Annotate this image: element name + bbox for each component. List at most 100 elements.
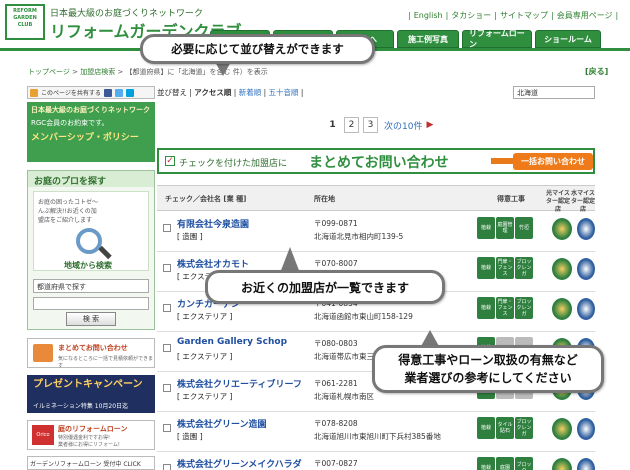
top-link-takasho[interactable]: タカショー [451, 11, 491, 20]
light-meister-emblem-icon [552, 458, 572, 470]
specialty-badge: 植栽 [477, 297, 495, 319]
loan-banner[interactable]: Orico 庭のリフォームローン 特別優遇金利ですお得! 業者様にお得にリフォー… [27, 420, 155, 450]
bulk-inquiry-button[interactable]: 一括お問い合わせ [513, 153, 593, 170]
sort-newest[interactable]: 新着順 [239, 88, 262, 97]
specialty-badge: 植栽 [477, 457, 495, 470]
water-meister-emblem-icon [577, 418, 595, 440]
nav-tab-loan[interactable]: リフォームローン [462, 29, 532, 49]
company-category: [ 造園 ] [177, 232, 203, 241]
area-select[interactable]: 北海道 [513, 86, 595, 99]
specialty-badge: 植栽 [477, 257, 495, 279]
bulk-inquiry-bar: ✓ チェックを付けた加盟店に まとめてお問い合わせ 一括お問い合わせ [157, 148, 595, 174]
specialty-badges: 植栽 門扉・フェンス ブロックレンガ [477, 297, 533, 319]
rgc-banner-line1: 日本最大級のお庭づくりネットワーク [31, 106, 150, 114]
search-button[interactable]: 検 索 [66, 312, 116, 326]
nav-tab-photos[interactable]: 施工例写真 [397, 30, 459, 48]
page-3[interactable]: 3 [363, 117, 378, 133]
hatena-icon[interactable] [125, 88, 134, 97]
loan-banner-sub: 特別優遇金利ですお得! 業者様にお得にリフォーム! [58, 435, 120, 448]
top-link-english[interactable]: English [414, 11, 443, 20]
company-name-link[interactable]: 株式会社グリーンメイクハラダ [177, 457, 302, 470]
row-checkbox[interactable] [163, 344, 171, 352]
garden-loan-banner[interactable]: ガーデンリフォームローン 受付中 CLICK [27, 456, 155, 470]
bulk-inquiry-banner[interactable]: まとめてお問い合わせ 気になるところに一括で見積依頼ができます [27, 338, 155, 369]
find-pro-text: お庭の困ったコトゼ～んぶ解決!!お近くの加盟店をご紹介します [38, 199, 99, 224]
page-2[interactable]: 2 [344, 117, 359, 133]
row-checkbox[interactable] [163, 424, 171, 432]
specialty-badge: 庭園管理 [496, 217, 514, 239]
col-light-meister: 光マイスター認定店 [545, 190, 570, 213]
keyword-input[interactable] [33, 297, 149, 310]
membership-policy-banner[interactable]: 日本最大級のお庭づくりネットワーク RGC会員のお約束です。 メンバーシップ・ポ… [27, 102, 155, 162]
orico-logo: Orico [32, 425, 54, 445]
specialty-badge: 竹垣 [515, 217, 533, 239]
specialty-badge: ブロックレンガ [515, 257, 533, 279]
row-checkbox[interactable] [163, 224, 171, 232]
present-banner-title: プレゼントキャンペーン [33, 379, 143, 390]
rgc-banner-line3: メンバーシップ・ポリシー [31, 133, 139, 143]
inquiry-big-text: まとめてお問い合わせ [309, 155, 449, 171]
region-map[interactable]: お庭の困ったコトゼ～んぶ解決!!お近くの加盟店をご紹介します 地域から検索 [33, 191, 149, 271]
back-link[interactable]: [戻る] [585, 66, 608, 77]
company-address: 北海道旭川市東旭川町下兵村385番地 [314, 432, 441, 441]
company-address: 北海道函館市東山町158-129 [314, 312, 413, 321]
arrow-right-icon [491, 158, 513, 164]
table-row: 有限会社今泉造園 [ 造園 ] 〒099-0871 北海道北見市相内町139-5 植栽庭… [157, 212, 595, 252]
page-1: 1 [329, 120, 336, 130]
col-address: 所在地 [314, 195, 335, 203]
specialty-badge: ブロック [515, 457, 533, 470]
row-checkbox[interactable] [163, 384, 171, 392]
specialty-badges: 植栽 庭園管理 竹垣 [477, 217, 533, 239]
nav-tab-showroom[interactable]: ショールーム [535, 30, 601, 48]
top-links: | English | タカショー | サイトマップ | 会員専用ページ | [408, 11, 619, 20]
find-pro-box: お庭のプロを探す お庭の困ったコトゼ～んぶ解決!!お近くの加盟店をご紹介します … [27, 170, 155, 330]
find-pro-title: お庭のプロを探す [28, 171, 154, 187]
breadcrumb-home[interactable]: トップページ [28, 68, 70, 76]
company-name-link[interactable]: 株式会社グリーン造園 [177, 417, 267, 430]
company-name-link[interactable]: 株式会社オカモト [177, 257, 249, 270]
company-zip: 〒061-2281 [314, 379, 358, 388]
present-banner-sub: イルミネーション特集 10月20日迄 [33, 403, 129, 410]
company-zip: 〒007-0827 [314, 459, 358, 468]
sort-alphabetical[interactable]: 五十音順 [269, 88, 299, 97]
company-name-link[interactable]: 株式会社クリエーティブリーフ [177, 377, 302, 390]
top-link-sitemap[interactable]: サイトマップ [500, 11, 548, 20]
breadcrumb-suffix: 件）を表示 [232, 68, 268, 76]
light-meister-emblem-icon [552, 258, 572, 280]
bulk-banner-title: まとめてお問い合わせ [58, 344, 128, 352]
site-logo[interactable]: REFORM GARDEN CLUB [5, 4, 45, 40]
water-meister-emblem-icon [577, 458, 595, 470]
callout-sort: 必要に応じて並び替えができます [140, 34, 375, 64]
row-checkbox[interactable] [163, 264, 171, 272]
sort-access[interactable]: アクセス順 [194, 88, 231, 97]
share-bar: このページを共有する [27, 86, 155, 99]
row-checkbox[interactable] [163, 464, 171, 470]
company-category: [ エクステリア ] [177, 352, 233, 361]
share-label: このページを共有する [41, 90, 101, 97]
company-zip: 〒078-8208 [314, 419, 358, 428]
company-category: [ 造園 ] [177, 432, 203, 441]
col-water-meister: 水マイスター認定店 [571, 190, 596, 213]
specialty-badge: 庭園 [496, 457, 514, 470]
facebook-icon[interactable] [103, 88, 112, 97]
twitter-icon[interactable] [114, 88, 123, 97]
next-page-link[interactable]: 次の10件 [384, 119, 422, 132]
callout-list: お近くの加盟店が一覧できます [205, 270, 445, 304]
top-link-members[interactable]: 会員専用ページ [557, 11, 613, 20]
company-name-link[interactable]: 有限会社今泉造園 [177, 217, 249, 230]
company-name-link[interactable]: Garden Gallery Schop [177, 337, 287, 347]
specialty-badge: 植栽 [477, 217, 495, 239]
col-specialty: 得意工事 [497, 195, 525, 203]
company-zip: 〒099-0871 [314, 219, 358, 228]
rgc-banner-line2: RGC会員のお約束です。 [31, 119, 109, 127]
breadcrumb-search[interactable]: 加盟店検索 [80, 68, 115, 76]
next-arrow-icon[interactable]: ▶ [426, 120, 433, 130]
bulk-banner-sub: 気になるところに一括で見積依頼ができます [58, 356, 154, 369]
specialty-badge: 門扉・フェンス [496, 297, 514, 319]
water-meister-emblem-icon [577, 298, 595, 320]
region-search-button[interactable]: 地域から検索 [64, 260, 112, 271]
present-campaign-banner[interactable]: プレゼントキャンペーン イルミネーション特集 10月20日迄 [27, 375, 155, 413]
row-checkbox[interactable] [163, 304, 171, 312]
prefecture-select[interactable]: 都道府県で探す [33, 279, 149, 293]
water-meister-emblem-icon [577, 218, 595, 240]
